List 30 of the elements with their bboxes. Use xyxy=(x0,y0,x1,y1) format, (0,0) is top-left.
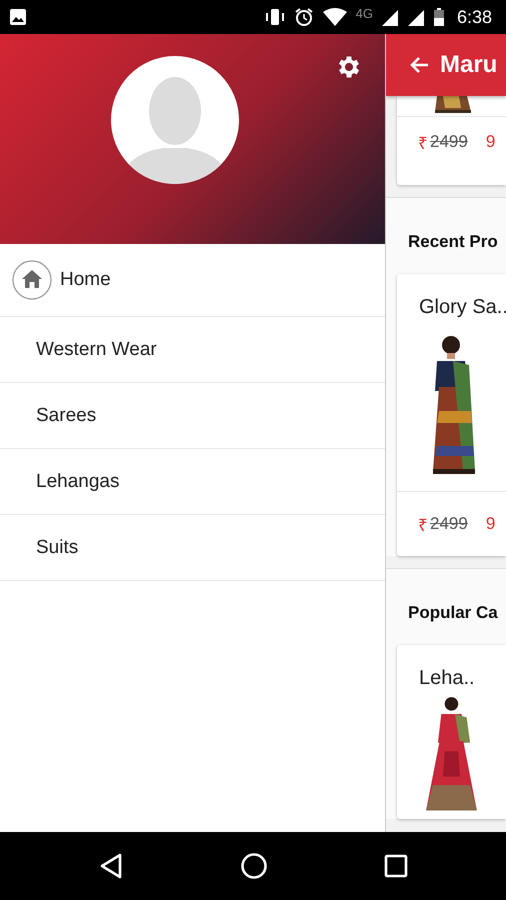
wifi-icon xyxy=(322,7,348,27)
product-card[interactable]: Glory Sa.. ₹2499 9 xyxy=(397,274,506,556)
menu-item[interactable]: Suits xyxy=(0,515,385,581)
product-title: Leha.. xyxy=(418,666,476,690)
home-icon xyxy=(12,260,52,300)
clock: 6:38 xyxy=(456,6,492,28)
alarm-icon xyxy=(294,7,314,27)
battery-icon xyxy=(432,7,445,27)
menu-item[interactable]: Western Wear xyxy=(0,317,385,383)
image-icon xyxy=(8,7,28,27)
home-icon[interactable] xyxy=(240,852,268,880)
old-price: 2499 xyxy=(430,514,468,534)
vibrate-icon xyxy=(264,7,286,27)
menu-item[interactable]: Lehangas xyxy=(0,449,385,515)
menu-item[interactable]: Home xyxy=(0,244,385,317)
product-card[interactable]: Leha.. xyxy=(397,645,506,819)
section-heading: Recent Pro xyxy=(407,231,499,253)
product-card[interactable]: ₹2499 9 xyxy=(397,96,506,185)
product-title: Glory Sa.. xyxy=(418,295,506,319)
network-type: 4G xyxy=(356,6,373,20)
back-icon[interactable] xyxy=(98,852,124,880)
price: 9 xyxy=(486,132,496,152)
currency-symbol: ₹ xyxy=(418,514,428,536)
recent-apps-icon[interactable] xyxy=(384,854,408,878)
section-heading: Popular Ca xyxy=(407,602,499,624)
app-title: Maru xyxy=(440,51,498,79)
old-price: 2499 xyxy=(430,132,468,152)
currency-symbol: ₹ xyxy=(418,132,428,154)
menu-item[interactable]: Sarees xyxy=(0,383,385,449)
price: 9 xyxy=(486,514,496,534)
